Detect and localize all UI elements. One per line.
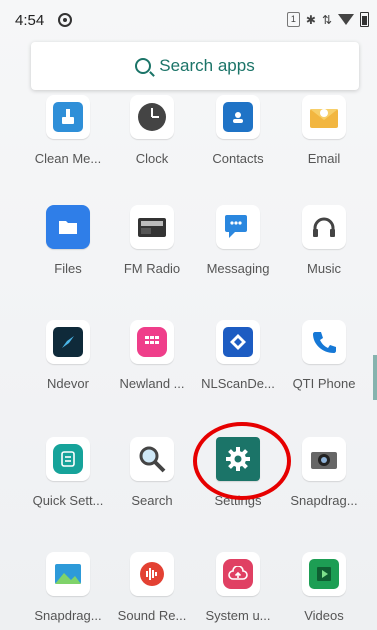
app-label: Ndevor [47, 376, 89, 391]
envelope-icon [302, 95, 346, 139]
app-label: Snapdrag... [290, 493, 358, 508]
app-fm-radio[interactable]: FM Radio [106, 205, 198, 276]
app-quick-settings[interactable]: Quick Sett... [22, 437, 114, 508]
folder-icon [46, 205, 90, 249]
app-label: Settings [214, 493, 262, 508]
cloud-update-icon [216, 552, 260, 596]
app-label: Videos [304, 608, 344, 623]
app-files[interactable]: Files [22, 205, 114, 276]
app-system-update[interactable]: System u... [192, 552, 284, 623]
magnifier-icon [130, 437, 174, 481]
app-sound-recorder[interactable]: Sound Re... [106, 552, 198, 623]
app-qti-phone[interactable]: QTI Phone [278, 320, 370, 391]
app-label: Email [307, 151, 341, 166]
app-label: Contacts [212, 151, 264, 166]
contact-card-icon [216, 95, 260, 139]
app-label: QTI Phone [292, 376, 356, 391]
app-snapdragon-gallery[interactable]: Snapdrag... [22, 552, 114, 623]
app-snapdragon-camera[interactable]: Snapdrag... [278, 437, 370, 508]
app-label: NLScanDe... [201, 376, 275, 391]
radio-icon [130, 205, 174, 249]
grid-app-icon [130, 320, 174, 364]
compass-icon [46, 320, 90, 364]
app-clock[interactable]: Clock [106, 95, 198, 166]
app-settings[interactable]: Settings [192, 437, 284, 508]
app-label: Sound Re... [117, 608, 187, 623]
app-search[interactable]: Search [106, 437, 198, 508]
app-messaging[interactable]: Messaging [192, 205, 284, 276]
gallery-icon [46, 552, 90, 596]
camera-icon [302, 437, 346, 481]
app-newland[interactable]: Newland ... [106, 320, 198, 391]
chat-bubble-icon [216, 205, 260, 249]
app-label: Quick Sett... [32, 493, 104, 508]
app-label: FM Radio [123, 261, 181, 276]
app-label: System u... [205, 608, 271, 623]
app-ndevor[interactable]: Ndevor [22, 320, 114, 391]
app-drawer-grid: Clean Me... Clock Contacts Email Files F… [0, 0, 377, 630]
quick-settings-icon [46, 437, 90, 481]
sound-recorder-icon [130, 552, 174, 596]
app-label: Messaging [206, 261, 270, 276]
app-label: Music [307, 261, 341, 276]
app-label: Clock [135, 151, 169, 166]
app-nlscande[interactable]: NLScanDe... [192, 320, 284, 391]
app-videos[interactable]: Videos [278, 552, 370, 623]
app-email[interactable]: Email [278, 95, 370, 166]
clock-icon [130, 95, 174, 139]
headphones-icon [302, 205, 346, 249]
app-label: Newland ... [119, 376, 185, 391]
app-label: Snapdrag... [34, 608, 102, 623]
app-label: Clean Me... [34, 151, 102, 166]
app-clean-master[interactable]: Clean Me... [22, 95, 114, 166]
app-music[interactable]: Music [278, 205, 370, 276]
gear-icon [216, 437, 260, 481]
scan-diamond-icon [216, 320, 260, 364]
app-label: Files [54, 261, 82, 276]
broom-icon [46, 95, 90, 139]
phone-icon [302, 320, 346, 364]
play-icon [302, 552, 346, 596]
app-label: Search [131, 493, 173, 508]
app-contacts[interactable]: Contacts [192, 95, 284, 166]
